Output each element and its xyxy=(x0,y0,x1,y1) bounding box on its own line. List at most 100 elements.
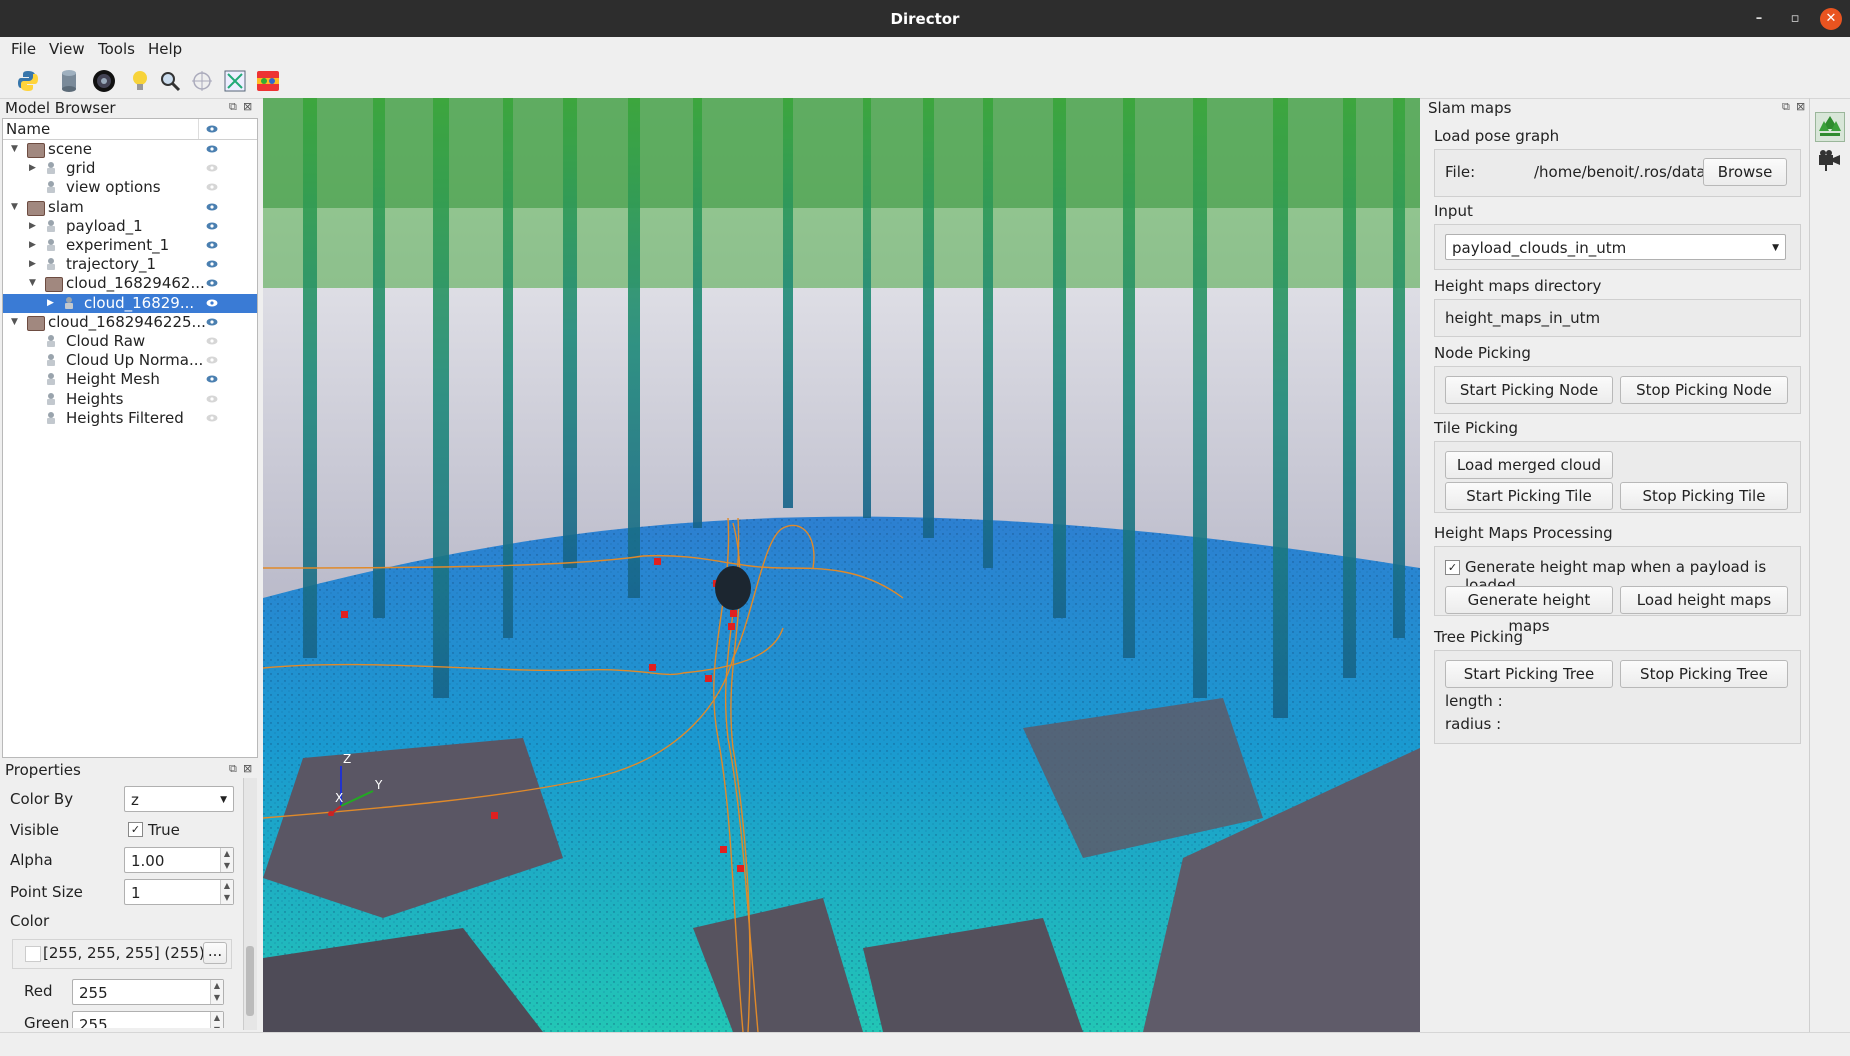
start-picking-node-button[interactable]: Start Picking Node xyxy=(1445,376,1613,404)
object-icon xyxy=(45,257,57,271)
maximize-button[interactable]: ▫ xyxy=(1784,8,1806,30)
browse-button[interactable]: Browse xyxy=(1703,158,1787,186)
tree-row[interactable]: Cloud Up Norma... xyxy=(3,351,257,370)
name-column-header[interactable]: Name xyxy=(6,120,50,138)
tree-row[interactable]: Height Mesh xyxy=(3,370,257,389)
menu-help[interactable]: Help xyxy=(148,40,182,58)
visible-checkbox[interactable]: ✓ xyxy=(128,822,143,837)
eye-icon[interactable] xyxy=(206,317,218,327)
tree-row-label: payload_1 xyxy=(66,216,143,235)
eye-hidden-icon[interactable] xyxy=(206,355,218,365)
eye-icon[interactable] xyxy=(206,298,218,308)
camera-lens-icon[interactable] xyxy=(90,67,118,95)
alpha-spinbox[interactable]: 1.00 ▲ ▼ xyxy=(124,847,234,873)
dock-float-icon[interactable]: ⧉ xyxy=(229,100,237,114)
start-picking-tile-button[interactable]: Start Picking Tile xyxy=(1445,482,1613,510)
eye-hidden-icon[interactable] xyxy=(206,394,218,404)
tree-row[interactable]: ▼ cloud_1682946225... xyxy=(3,313,257,332)
tree-row[interactable]: view options xyxy=(3,178,257,197)
eye-hidden-icon[interactable] xyxy=(206,163,218,173)
eye-icon[interactable] xyxy=(206,259,218,269)
spin-arrows-icon[interactable]: ▲▼ xyxy=(220,880,233,904)
tree-row[interactable]: Cloud Raw xyxy=(3,332,257,351)
input-value: payload_clouds_in_utm xyxy=(1452,239,1627,257)
eye-hidden-icon[interactable] xyxy=(206,413,218,423)
model-tree[interactable]: Name ▼ scene ▶ grid view options ▼ slam ▶ payloa… xyxy=(2,118,258,758)
alpha-value: 1.00 xyxy=(131,852,165,870)
green-label: Green xyxy=(24,1014,70,1028)
tree-row[interactable]: ▼ scene xyxy=(3,140,257,159)
tree-row[interactable]: ▶ experiment_1 xyxy=(3,236,257,255)
eye-icon[interactable] xyxy=(206,144,218,154)
tree-row[interactable]: ▶ trajectory_1 xyxy=(3,255,257,274)
magnifier-icon[interactable] xyxy=(156,67,184,95)
spin-arrows-icon[interactable]: ▲▼ xyxy=(220,848,233,872)
tree-row[interactable]: ▶ cloud_16829... xyxy=(3,293,257,313)
tree-row[interactable]: ▼ slam xyxy=(3,198,257,217)
tree-row-label: cloud_16829... xyxy=(84,293,195,312)
expanded-arrow-icon[interactable]: ▼ xyxy=(11,140,21,159)
generate-on-load-checkbox[interactable]: ✓ xyxy=(1445,560,1460,575)
color-by-select[interactable]: z ▼ xyxy=(124,786,234,812)
spin-arrows-icon[interactable]: ▲▼ xyxy=(210,1012,223,1028)
python-icon[interactable] xyxy=(14,67,42,95)
dock-float-icon[interactable]: ⧉ xyxy=(229,762,237,776)
eye-icon[interactable] xyxy=(206,374,218,384)
eye-icon[interactable] xyxy=(206,202,218,212)
stop-picking-tile-button[interactable]: Stop Picking Tile xyxy=(1620,482,1788,510)
3d-viewport[interactable]: Z Y X xyxy=(263,98,1420,1032)
close-button[interactable]: ✕ xyxy=(1820,8,1842,30)
dock-close-icon[interactable]: ⊠ xyxy=(1796,100,1805,113)
color-picker-button[interactable]: ... xyxy=(203,942,227,964)
tree-icon[interactable] xyxy=(1815,112,1845,142)
eye-hidden-icon[interactable] xyxy=(206,182,218,192)
fit-view-icon[interactable] xyxy=(221,67,249,95)
camera-icon[interactable] xyxy=(1815,145,1843,173)
eye-icon[interactable] xyxy=(206,278,218,288)
collapsed-arrow-icon[interactable]: ▶ xyxy=(29,255,39,274)
collapsed-arrow-icon[interactable]: ▶ xyxy=(29,217,39,236)
minimize-button[interactable]: – xyxy=(1748,8,1770,30)
generate-height-maps-button[interactable]: Generate height maps xyxy=(1445,586,1613,635)
collapsed-arrow-icon[interactable]: ▶ xyxy=(29,236,39,255)
menu-tools[interactable]: Tools xyxy=(98,40,135,58)
expanded-arrow-icon[interactable]: ▼ xyxy=(11,313,21,332)
expanded-arrow-icon[interactable]: ▼ xyxy=(11,198,21,217)
tree-picking-title: Tree Picking xyxy=(1434,628,1524,646)
point-size-spinbox[interactable]: 1 ▲ ▼ xyxy=(124,879,234,905)
cylinder-icon[interactable] xyxy=(55,67,83,95)
input-select[interactable]: payload_clouds_in_utm ▼ xyxy=(1445,234,1786,260)
point-cloud-render[interactable] xyxy=(263,98,1420,1032)
dock-float-icon[interactable]: ⧉ xyxy=(1782,100,1790,114)
properties-title: Properties xyxy=(5,761,81,779)
crosshair-icon[interactable] xyxy=(188,67,216,95)
lightbulb-icon[interactable] xyxy=(126,67,154,95)
collapsed-arrow-icon[interactable]: ▶ xyxy=(47,294,57,313)
spin-arrows-icon[interactable]: ▲▼ xyxy=(210,980,223,1004)
start-picking-tree-button[interactable]: Start Picking Tree xyxy=(1445,660,1613,688)
dock-close-icon[interactable]: ⊠ xyxy=(243,100,252,113)
slam-maps-title: Slam maps xyxy=(1428,99,1512,117)
colormap-icon[interactable] xyxy=(254,67,282,95)
red-spinbox[interactable]: 255 ▲ ▼ xyxy=(72,979,224,1005)
tree-row[interactable]: ▶ payload_1 xyxy=(3,217,257,236)
load-merged-cloud-button[interactable]: Load merged cloud xyxy=(1445,451,1613,479)
collapsed-arrow-icon[interactable]: ▶ xyxy=(29,159,39,178)
menu-view[interactable]: View xyxy=(49,40,85,58)
menu-file[interactable]: File xyxy=(11,40,36,58)
tree-row[interactable]: Heights Filtered xyxy=(3,409,257,428)
dock-close-icon[interactable]: ⊠ xyxy=(243,762,252,775)
expanded-arrow-icon[interactable]: ▼ xyxy=(29,274,39,293)
tree-row[interactable]: ▶ grid xyxy=(3,159,257,178)
properties-scrollbar[interactable] xyxy=(243,778,257,1030)
tree-row[interactable]: ▼ cloud_16829462... xyxy=(3,274,257,293)
eye-icon[interactable] xyxy=(206,221,218,231)
green-spinbox[interactable]: 255 ▲▼ xyxy=(72,1011,224,1028)
eye-icon[interactable] xyxy=(206,240,218,250)
tree-row[interactable]: Heights xyxy=(3,390,257,409)
stop-picking-node-button[interactable]: Stop Picking Node xyxy=(1620,376,1788,404)
tree-radius-label: radius : xyxy=(1445,715,1502,733)
stop-picking-tree-button[interactable]: Stop Picking Tree xyxy=(1620,660,1788,688)
eye-hidden-icon[interactable] xyxy=(206,336,218,346)
load-height-maps-button[interactable]: Load height maps xyxy=(1620,586,1788,614)
